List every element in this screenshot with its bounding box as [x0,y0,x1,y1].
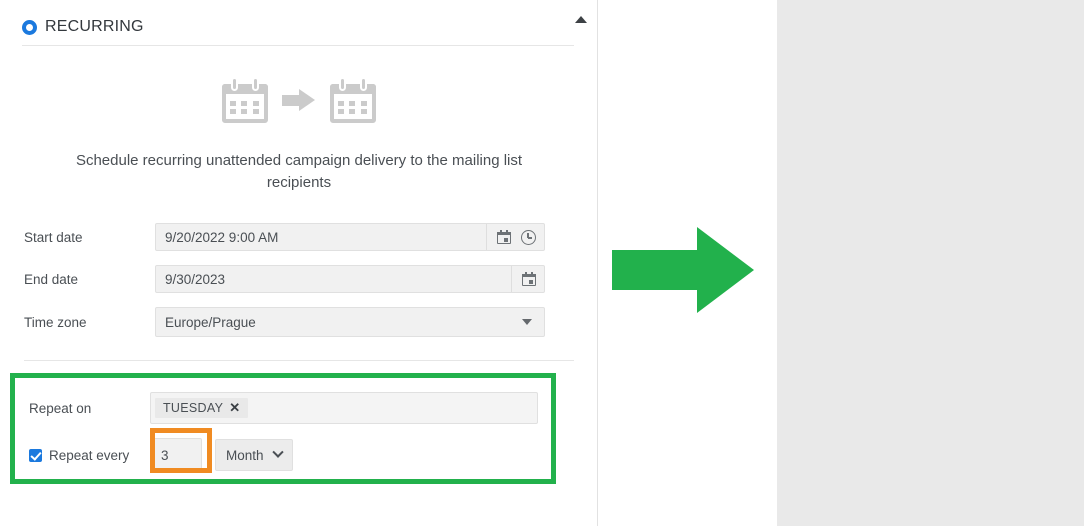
summary-panel-background: Next recurring delivery 20-Dec-2022 09:0… [777,0,1084,526]
repeat-on-chip-label: TUESDAY [163,401,224,415]
time-zone-row: Time zone Europe/Prague [24,307,574,337]
arrow-right-icon [282,89,316,111]
time-zone-label: Time zone [24,314,87,330]
start-date-label: Start date [24,229,83,245]
calendar-icon[interactable] [497,230,511,244]
header-divider [22,45,574,46]
recurring-illustration [0,68,598,132]
repeat-on-label: Repeat on [29,400,92,416]
repeat-every-row: Repeat every 3 Month [29,436,549,474]
end-date-row: End date 9/30/2023 [24,265,574,293]
caret-up-icon[interactable] [575,16,587,23]
repeat-every-value: 3 [161,447,169,463]
time-zone-value: Europe/Prague [165,314,256,330]
end-date-value: 9/30/2023 [165,271,226,287]
repeat-on-field[interactable]: TUESDAY ✕ [150,392,538,424]
end-date-label: End date [24,271,79,287]
app-screen: RECURRING Schedule recurring unattended … [0,0,1084,526]
repeat-on-row: Repeat on TUESDAY ✕ [29,392,549,424]
end-date-field[interactable]: 9/30/2023 [155,265,545,293]
calendar-icon [222,77,268,123]
repeat-on-chip[interactable]: TUESDAY ✕ [155,398,249,418]
chevron-down-icon[interactable] [271,446,284,458]
caret-down-icon[interactable] [522,319,532,325]
close-icon[interactable]: ✕ [229,400,240,416]
time-zone-select[interactable]: Europe/Prague [155,307,545,337]
repeat-every-checkbox-group[interactable]: Repeat every [29,448,150,463]
recurring-description: Schedule recurring unattended campaign d… [75,152,523,191]
repeat-unit-value: Month [226,447,264,463]
start-date-value: 9/20/2022 9:00 AM [165,229,279,245]
repeat-every-label: Repeat every [49,447,130,463]
start-date-row: Start date 9/20/2022 9:00 AM [24,223,574,251]
repeat-unit-select[interactable]: Month [215,439,293,471]
clock-icon[interactable] [521,229,536,245]
repeat-every-input[interactable]: 3 [150,437,202,473]
section-title: RECURRING [45,18,144,35]
recurring-section-header[interactable]: RECURRING [22,10,574,44]
green-arrow [612,227,754,313]
calendar-icon [330,77,376,123]
form-divider [24,360,574,361]
repeat-every-checkbox[interactable] [29,448,42,462]
recurring-radio[interactable] [22,19,37,35]
calendar-icon[interactable] [522,272,536,286]
recurring-settings-panel: RECURRING Schedule recurring unattended … [0,0,598,526]
repeat-settings-highlight: Repeat on TUESDAY ✕ Repeat every 3 Month [10,373,556,484]
start-date-field[interactable]: 9/20/2022 9:00 AM [155,223,545,251]
